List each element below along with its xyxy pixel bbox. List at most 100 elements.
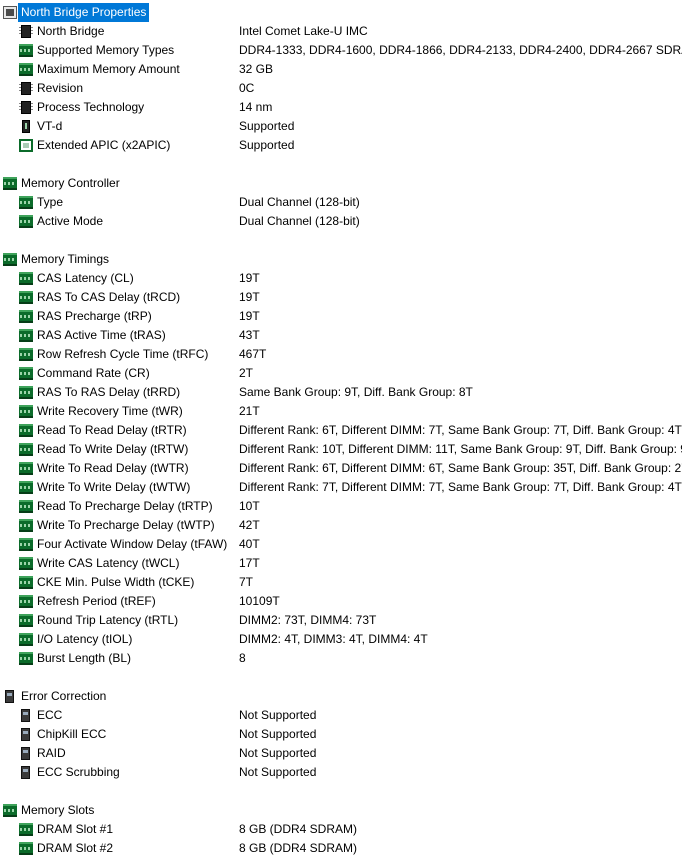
field-value: 467T — [239, 347, 267, 361]
memory-icon — [19, 424, 33, 437]
section-header-memory-controller[interactable]: Memory Controller — [0, 174, 682, 193]
property-row[interactable]: Read To Read Delay (tRTR) Different Rank:… — [0, 421, 682, 440]
field-value: 19T — [239, 290, 260, 304]
property-row[interactable]: Write CAS Latency (tWCL) 17T — [0, 554, 682, 573]
field-label: Burst Length (BL) — [37, 651, 132, 665]
property-row[interactable]: North Bridge Intel Comet Lake-U IMC — [0, 22, 682, 41]
field-label: Read To Precharge Delay (tRTP) — [37, 499, 213, 513]
property-row[interactable]: RAS To RAS Delay (tRRD) Same Bank Group: … — [0, 383, 682, 402]
field-value: Supported — [239, 138, 295, 152]
memory-icon — [19, 576, 33, 589]
property-row[interactable]: CKE Min. Pulse Width (tCKE) 7T — [0, 573, 682, 592]
property-row[interactable]: RAS To CAS Delay (tRCD) 19T — [0, 288, 682, 307]
property-row[interactable]: Revision 0C — [0, 79, 682, 98]
ecc-icon — [21, 747, 30, 760]
property-row[interactable]: Type Dual Channel (128-bit) — [0, 193, 682, 212]
field-value: DDR4-1333, DDR4-1600, DDR4-1866, DDR4-21… — [239, 43, 682, 57]
section-header-label: Memory Timings — [21, 252, 110, 266]
property-row[interactable]: Refresh Period (tREF) 10109T — [0, 592, 682, 611]
field-label: CAS Latency (CL) — [37, 271, 134, 285]
property-row[interactable]: Process Technology 14 nm — [0, 98, 682, 117]
field-value: 19T — [239, 309, 260, 323]
property-row[interactable]: Read To Precharge Delay (tRTP) 10T — [0, 497, 682, 516]
field-label: Write To Read Delay (tWTR) — [37, 461, 189, 475]
field-label: DRAM Slot #2 — [37, 841, 114, 855]
property-row[interactable]: DRAM Slot #2 8 GB (DDR4 SDRAM) — [0, 839, 682, 858]
field-label: RAS Precharge (tRP) — [37, 309, 152, 323]
memory-icon — [19, 348, 33, 361]
property-row[interactable]: Write Recovery Time (tWR) 21T — [0, 402, 682, 421]
ecc-icon — [5, 690, 14, 703]
memory-icon — [19, 291, 33, 304]
field-value: Different Rank: 10T, Different DIMM: 11T… — [239, 442, 682, 456]
field-label: ECC — [37, 708, 63, 722]
field-label: Extended APIC (x2APIC) — [37, 138, 171, 152]
field-label: Write To Write Delay (tWTW) — [37, 480, 191, 494]
ecc-icon — [21, 766, 30, 779]
section-header-label: North Bridge Properties — [18, 3, 150, 22]
property-row[interactable]: ChipKill ECC Not Supported — [0, 725, 682, 744]
field-value: 10109T — [239, 594, 280, 608]
field-label: RAS Active Time (tRAS) — [37, 328, 166, 342]
section-header-memory-slots[interactable]: Memory Slots — [0, 801, 682, 820]
field-value: Supported — [239, 119, 295, 133]
field-label: Type — [37, 195, 64, 209]
property-row[interactable]: Burst Length (BL) 8 — [0, 649, 682, 668]
field-value: Not Supported — [239, 765, 317, 779]
field-value: 10T — [239, 499, 260, 513]
field-value: Intel Comet Lake-U IMC — [239, 24, 368, 38]
property-row[interactable]: Write To Write Delay (tWTW) Different Ran… — [0, 478, 682, 497]
property-row[interactable]: VT-d Supported — [0, 117, 682, 136]
property-row[interactable]: Four Activate Window Delay (tFAW) 40T — [0, 535, 682, 554]
property-row[interactable]: Read To Write Delay (tRTW) Different Rank… — [0, 440, 682, 459]
memory-icon — [19, 329, 33, 342]
property-row[interactable]: Round Trip Latency (tRTL) DIMM2: 73T, DIM… — [0, 611, 682, 630]
ecc-icon — [21, 709, 30, 722]
property-row[interactable]: RAID Not Supported — [0, 744, 682, 763]
memory-icon — [19, 272, 33, 285]
property-row[interactable]: CAS Latency (CL) 19T — [0, 269, 682, 288]
field-value: 7T — [239, 575, 254, 589]
property-row[interactable]: DRAM Slot #1 8 GB (DDR4 SDRAM) — [0, 820, 682, 839]
property-row[interactable]: Write To Read Delay (tWTR) Different Rank… — [0, 459, 682, 478]
property-row[interactable]: Row Refresh Cycle Time (tRFC) 467T — [0, 345, 682, 364]
memory-icon — [19, 842, 33, 855]
field-label: North Bridge — [37, 24, 105, 38]
property-row[interactable]: ECC Scrubbing Not Supported — [0, 763, 682, 782]
chip-icon — [19, 101, 33, 114]
field-value: Dual Channel (128-bit) — [239, 214, 360, 228]
memory-icon — [19, 443, 33, 456]
memory-icon — [19, 519, 33, 532]
field-value: 0C — [239, 81, 255, 95]
property-row[interactable]: Active Mode Dual Channel (128-bit) — [0, 212, 682, 231]
field-label: DRAM Slot #1 — [37, 822, 114, 836]
field-label: RAS To CAS Delay (tRCD) — [37, 290, 181, 304]
property-row[interactable]: Supported Memory Types DDR4-1333, DDR4-16… — [0, 41, 682, 60]
property-row[interactable]: I/O Latency (tIOL) DIMM2: 4T, DIMM3: 4T, … — [0, 630, 682, 649]
property-row[interactable]: Extended APIC (x2APIC) Supported — [0, 136, 682, 155]
section-header-label: Memory Slots — [21, 803, 95, 817]
section-header-memory-timings[interactable]: Memory Timings — [0, 250, 682, 269]
field-label: CKE Min. Pulse Width (tCKE) — [37, 575, 195, 589]
memory-icon — [19, 652, 33, 665]
property-row[interactable]: ECC Not Supported — [0, 706, 682, 725]
property-row[interactable]: RAS Active Time (tRAS) 43T — [0, 326, 682, 345]
property-row[interactable]: Maximum Memory Amount 32 GB — [0, 60, 682, 79]
memory-icon — [19, 595, 33, 608]
property-row[interactable]: Write To Precharge Delay (tWTP) 42T — [0, 516, 682, 535]
field-value: Not Supported — [239, 708, 317, 722]
field-label: RAS To RAS Delay (tRRD) — [37, 385, 181, 399]
field-label: I/O Latency (tIOL) — [37, 632, 133, 646]
field-value: 8 GB (DDR4 SDRAM) — [239, 841, 358, 855]
field-label: Read To Read Delay (tRTR) — [37, 423, 187, 437]
section-header-error-correction[interactable]: Error Correction — [0, 687, 682, 706]
field-value: 40T — [239, 537, 260, 551]
field-value: 19T — [239, 271, 260, 285]
chip-icon — [19, 25, 33, 38]
property-row[interactable]: RAS Precharge (tRP) 19T — [0, 307, 682, 326]
field-label: Row Refresh Cycle Time (tRFC) — [37, 347, 209, 361]
memory-icon — [19, 557, 33, 570]
field-label: Round Trip Latency (tRTL) — [37, 613, 179, 627]
section-header-north-bridge-properties[interactable]: North Bridge Properties — [0, 3, 682, 22]
property-row[interactable]: Command Rate (CR) 2T — [0, 364, 682, 383]
